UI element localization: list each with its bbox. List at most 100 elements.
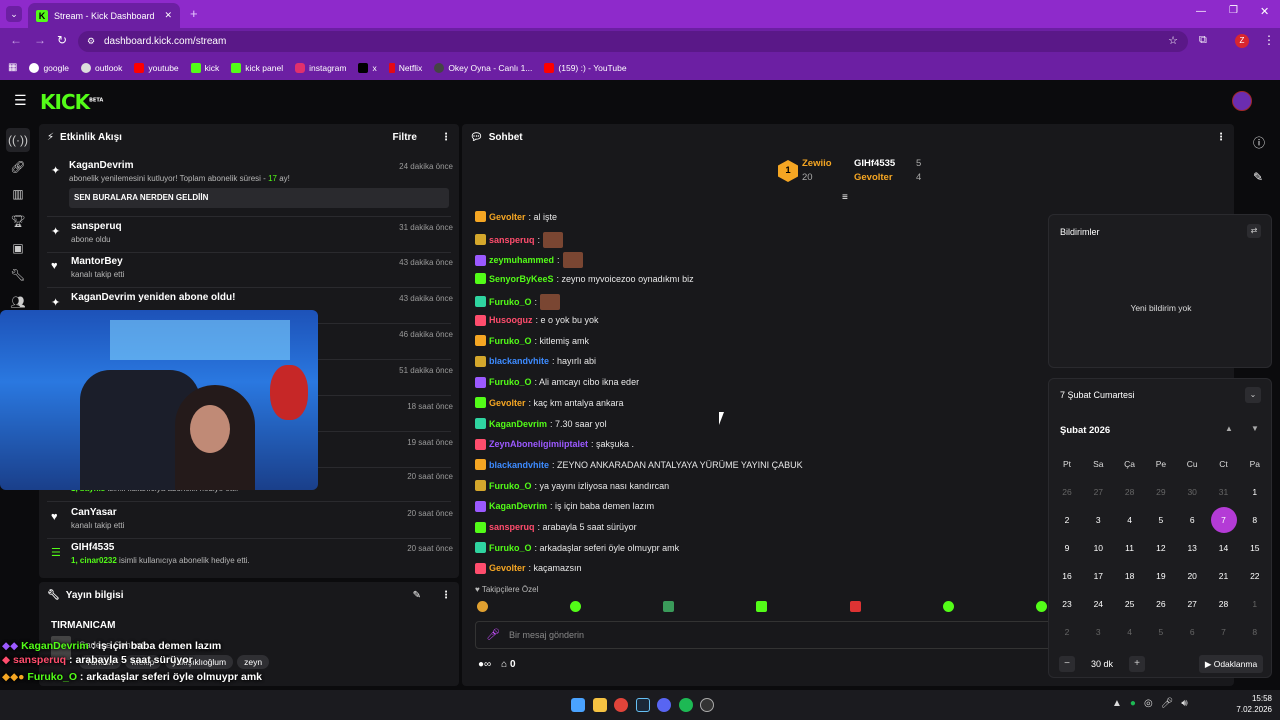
calendar-day[interactable]: 7 [1210, 627, 1238, 637]
chat-username[interactable]: blackandvhite [489, 460, 549, 470]
chat-username[interactable]: Gevolter [489, 398, 526, 408]
kick-logo[interactable]: KICKBETA [40, 90, 103, 114]
start-icon[interactable] [571, 698, 585, 712]
bookmark-kick[interactable]: kick [190, 62, 219, 73]
emote-icon[interactable] [756, 601, 768, 612]
calendar-day[interactable]: 29 [1147, 487, 1175, 497]
minimize-button[interactable]: — [1196, 6, 1206, 17]
volume-icon[interactable]: 🔊︎ [1181, 698, 1187, 709]
calendar-day[interactable]: 28 [1116, 487, 1144, 497]
event-user[interactable]: CanYasar [71, 507, 117, 518]
chat-username[interactable]: Furuko_O [489, 377, 532, 387]
more-options-icon[interactable]: ⋮ [441, 590, 451, 601]
calendar-day[interactable]: 22 [1241, 571, 1269, 581]
calendar-day[interactable]: 1 [1241, 599, 1269, 609]
tab-close-icon[interactable]: ✕ [164, 10, 172, 21]
calendar-day[interactable]: 25 [1116, 599, 1144, 609]
calendar-day[interactable]: 23 [1053, 599, 1081, 609]
calendar-day[interactable]: 3 [1084, 515, 1112, 525]
edit-pencil-icon[interactable]: ✎ [413, 590, 421, 601]
event-user[interactable]: MantorBey [71, 256, 123, 267]
collapse-chevron-icon[interactable]: ≡ [842, 192, 848, 203]
store-icon[interactable]: ⌂︎ 0 [501, 659, 515, 670]
media-icon[interactable]: ▣ [6, 236, 30, 260]
calendar-day[interactable]: 19 [1147, 571, 1175, 581]
chat-username[interactable]: sansperuq [489, 235, 535, 245]
event-user[interactable]: GIHf4535 [71, 542, 114, 553]
next-month-icon[interactable]: ▼ [1251, 424, 1259, 433]
chat-username[interactable]: Furuko_O [489, 297, 532, 307]
points-infinity-icon[interactable]: ●∞ [478, 659, 491, 670]
chat-username[interactable]: blackandvhite [489, 356, 549, 366]
collapse-chevron-icon[interactable]: ⌄ [1245, 387, 1261, 403]
more-options-icon[interactable]: ⋮ [1216, 132, 1226, 143]
calendar-day[interactable]: 28 [1210, 599, 1238, 609]
site-info-icon[interactable]: ⚙ [87, 31, 95, 52]
calendar-day[interactable]: 3 [1084, 627, 1112, 637]
spotify-icon[interactable] [679, 698, 693, 712]
calendar-day[interactable]: 2 [1053, 515, 1081, 525]
calendar-day[interactable]: 8 [1241, 627, 1269, 637]
calendar-day[interactable]: 20 [1178, 571, 1206, 581]
bookmark-star-icon[interactable]: ☆ [1168, 31, 1178, 52]
event-user[interactable]: KaganDevrim yeniden abone oldu! [71, 292, 235, 303]
calendar-day[interactable]: 10 [1084, 543, 1112, 553]
bookmark-kick-panel[interactable]: kick panel [231, 62, 283, 73]
chat-username[interactable]: Gevolter [489, 212, 526, 222]
emote-tab-label[interactable]: ♥ Takipçilere Özel [475, 585, 538, 594]
analytics-icon[interactable]: ▥ [6, 182, 30, 206]
event-user[interactable]: sansperuq [71, 221, 122, 232]
calendar-day[interactable]: 24 [1084, 599, 1112, 609]
gifter-name[interactable]: Gevolter [854, 172, 893, 183]
emote-icon[interactable] [663, 601, 675, 612]
event-user[interactable]: KaganDevrim [69, 160, 133, 171]
calendar-day[interactable]: 13 [1178, 543, 1206, 553]
url-input[interactable]: ⚙ dashboard.kick.com/stream ☆ [78, 31, 1188, 52]
tray-app-icon[interactable]: ● [1130, 698, 1136, 709]
calendar-day[interactable]: 26 [1147, 599, 1175, 609]
calendar-day[interactable]: 1 [1241, 487, 1269, 497]
back-icon[interactable]: ← [10, 33, 22, 47]
more-options-icon[interactable]: ⋮ [441, 132, 451, 143]
bookmark-youtube-2[interactable]: (159) :) - YouTube [544, 62, 627, 73]
emote-icon[interactable] [477, 601, 488, 612]
discord-icon[interactable] [657, 698, 671, 712]
chat-username[interactable]: SenyorByKeeS [489, 274, 554, 284]
filter-button[interactable]: Filtre [393, 132, 417, 143]
bookmark-okey[interactable]: Okey Oyna - Canlı 1... [434, 62, 532, 73]
calendar-day[interactable]: 5 [1147, 515, 1175, 525]
browser-tab-active[interactable]: K Stream - Kick Dashboard ✕ [28, 3, 180, 28]
emote-icon[interactable] [942, 601, 954, 612]
emote-icon[interactable] [849, 601, 861, 612]
microphone-icon[interactable]: 🎤︎ [486, 628, 500, 641]
calendar-day[interactable]: 9 [1053, 543, 1081, 553]
calendar-day[interactable]: 5 [1147, 627, 1175, 637]
calendar-day[interactable]: 4 [1116, 627, 1144, 637]
calendar-day[interactable]: 16 [1053, 571, 1081, 581]
focus-start-button[interactable]: ▶ Odaklanma [1199, 655, 1263, 673]
calendar-month[interactable]: Şubat 2026 [1060, 425, 1110, 436]
tray-icons[interactable]: ▲ ● ◎ 🎤︎ 🔊︎ [1112, 698, 1188, 709]
profile-avatar[interactable]: Z [1235, 34, 1249, 48]
chat-username[interactable]: Husooguz [489, 315, 533, 325]
reload-icon[interactable]: ↻ [57, 33, 67, 47]
calendar-day[interactable]: 6 [1178, 515, 1206, 525]
tab-search-button[interactable]: ⌄ [6, 6, 22, 22]
chat-username[interactable]: Furuko_O [489, 543, 532, 553]
calendar-day[interactable]: 30 [1178, 487, 1206, 497]
restore-button[interactable]: ❐ [1229, 5, 1238, 16]
prev-month-icon[interactable]: ▲ [1225, 424, 1233, 433]
chat-username[interactable]: sansperuq [489, 522, 535, 532]
calendar-day[interactable]: 31 [1210, 487, 1238, 497]
hamburger-menu-icon[interactable]: ☰ [14, 92, 27, 109]
file-explorer-icon[interactable] [593, 698, 607, 712]
calendar-day[interactable]: 4 [1116, 515, 1144, 525]
new-tab-button[interactable]: + [190, 6, 198, 21]
calendar-day[interactable]: 14 [1210, 543, 1238, 553]
bookmark-netflix[interactable]: Netflix [388, 62, 422, 73]
chat-username[interactable]: Gevolter [489, 563, 526, 573]
chat-username[interactable]: Furuko_O [489, 336, 532, 346]
calendar-day[interactable]: 6 [1178, 627, 1206, 637]
calendar-day[interactable]: 7 [1210, 507, 1237, 533]
chat-username[interactable]: Furuko_O [489, 481, 532, 491]
